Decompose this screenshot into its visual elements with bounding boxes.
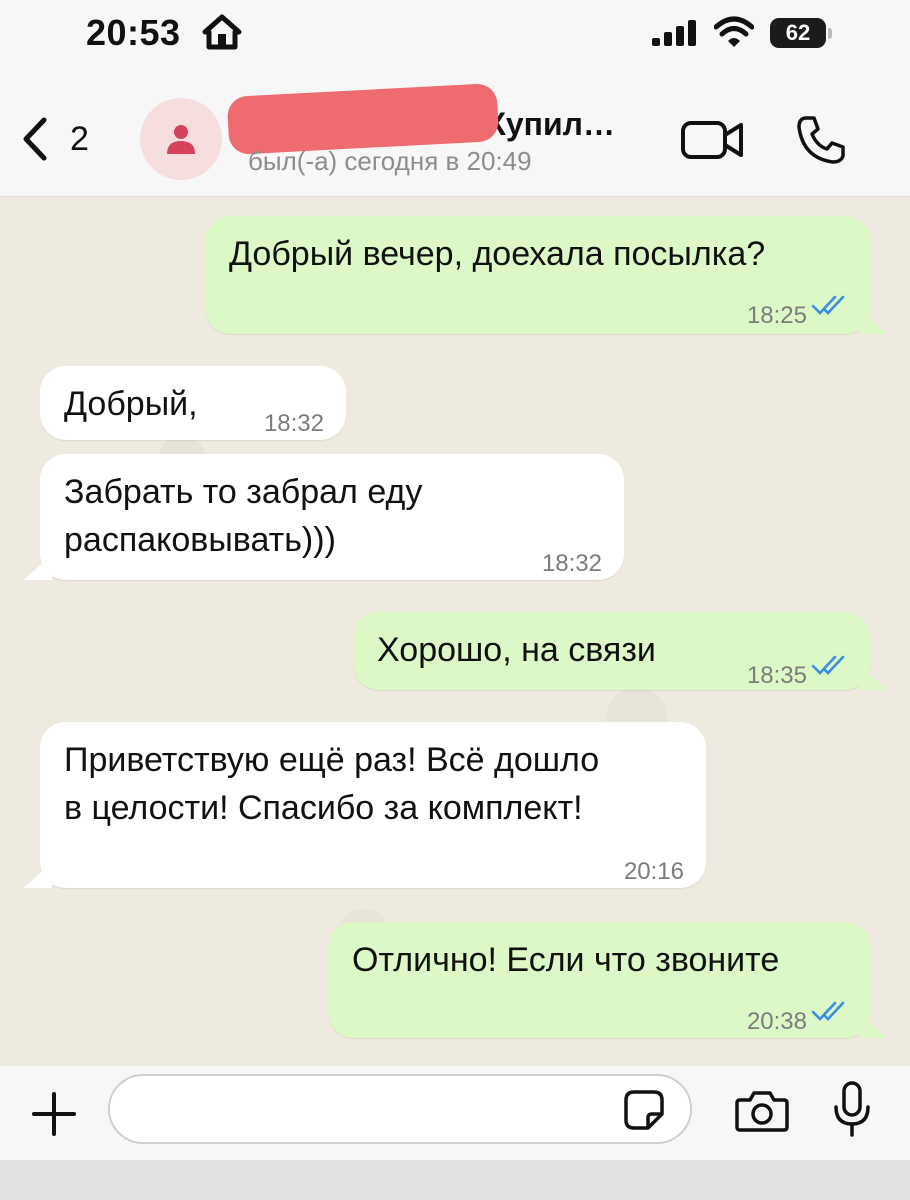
read-ticks-icon xyxy=(811,655,845,675)
camera-icon[interactable] xyxy=(734,1086,790,1134)
message-time: 18:32 xyxy=(263,410,324,437)
back-chevron-icon[interactable] xyxy=(20,116,50,162)
status-time: 20:53 xyxy=(86,12,181,53)
read-ticks-icon xyxy=(811,295,845,315)
video-call-icon[interactable] xyxy=(680,118,744,162)
status-bar: 20:53 62 xyxy=(0,0,910,70)
keyboard-area xyxy=(0,1160,910,1200)
message-outgoing[interactable]: Отлично! Если что звоните 20:38 xyxy=(328,922,887,1038)
bubble-tail xyxy=(859,308,887,334)
message-input[interactable] xyxy=(108,1074,692,1144)
bubble-tail xyxy=(24,862,52,888)
redaction-mark xyxy=(226,82,500,156)
sticker-icon[interactable] xyxy=(622,1088,666,1132)
message-text: Хорошо, на связи xyxy=(377,631,656,669)
bubble-tail xyxy=(859,664,887,690)
microphone-icon[interactable] xyxy=(830,1080,874,1138)
message-time: 20:38 xyxy=(746,1008,807,1035)
battery-level: 62 xyxy=(785,20,811,45)
message-list[interactable]: Добрый вечер, доехала посылка? 18:25 Доб… xyxy=(0,196,910,1066)
message-text: Добрый, xyxy=(64,385,198,423)
unread-chats-count[interactable]: 2 xyxy=(70,120,89,159)
message-text: Отлично! Если что звоните xyxy=(352,941,780,979)
message-time: 18:35 xyxy=(746,662,807,689)
message-text: Добрый вечер, доехала посылка? xyxy=(229,235,766,273)
message-outgoing[interactable]: Добрый вечер, доехала посылка? 18:25 xyxy=(205,216,887,334)
avatar[interactable] xyxy=(140,98,222,180)
wifi-icon xyxy=(714,16,754,47)
message-time: 18:25 xyxy=(746,302,807,329)
chat-header: 2 Купил… был(-а) сегодня в 20:49 xyxy=(0,70,910,197)
message-incoming[interactable]: Приветствую ещё раз! Всё дошло в целости… xyxy=(24,722,706,888)
message-time: 20:16 xyxy=(623,858,684,885)
battery-indicator: 62 xyxy=(770,18,826,48)
last-seen-status: был(-а) сегодня в 20:49 xyxy=(248,146,532,176)
phone-call-icon[interactable] xyxy=(795,114,847,166)
person-icon xyxy=(167,125,195,154)
home-icon xyxy=(202,14,242,50)
message-text: Забрать то забрал еду распаковывать))) xyxy=(64,473,423,559)
read-ticks-icon xyxy=(811,1001,845,1021)
battery-tip xyxy=(828,28,832,39)
message-incoming[interactable]: Добрый, 18:32 xyxy=(40,366,346,440)
message-time: 18:32 xyxy=(541,550,602,577)
bubble-tail xyxy=(24,554,52,580)
message-text: Приветствую ещё раз! Всё дошло в целости… xyxy=(64,741,600,827)
message-outgoing[interactable]: Хорошо, на связи 18:35 xyxy=(353,612,887,690)
cellular-signal-icon xyxy=(652,20,696,46)
plus-icon[interactable] xyxy=(30,1090,78,1138)
bubble-tail xyxy=(859,1012,887,1038)
message-incoming[interactable]: Забрать то забрал еду распаковывать))) 1… xyxy=(24,454,624,580)
